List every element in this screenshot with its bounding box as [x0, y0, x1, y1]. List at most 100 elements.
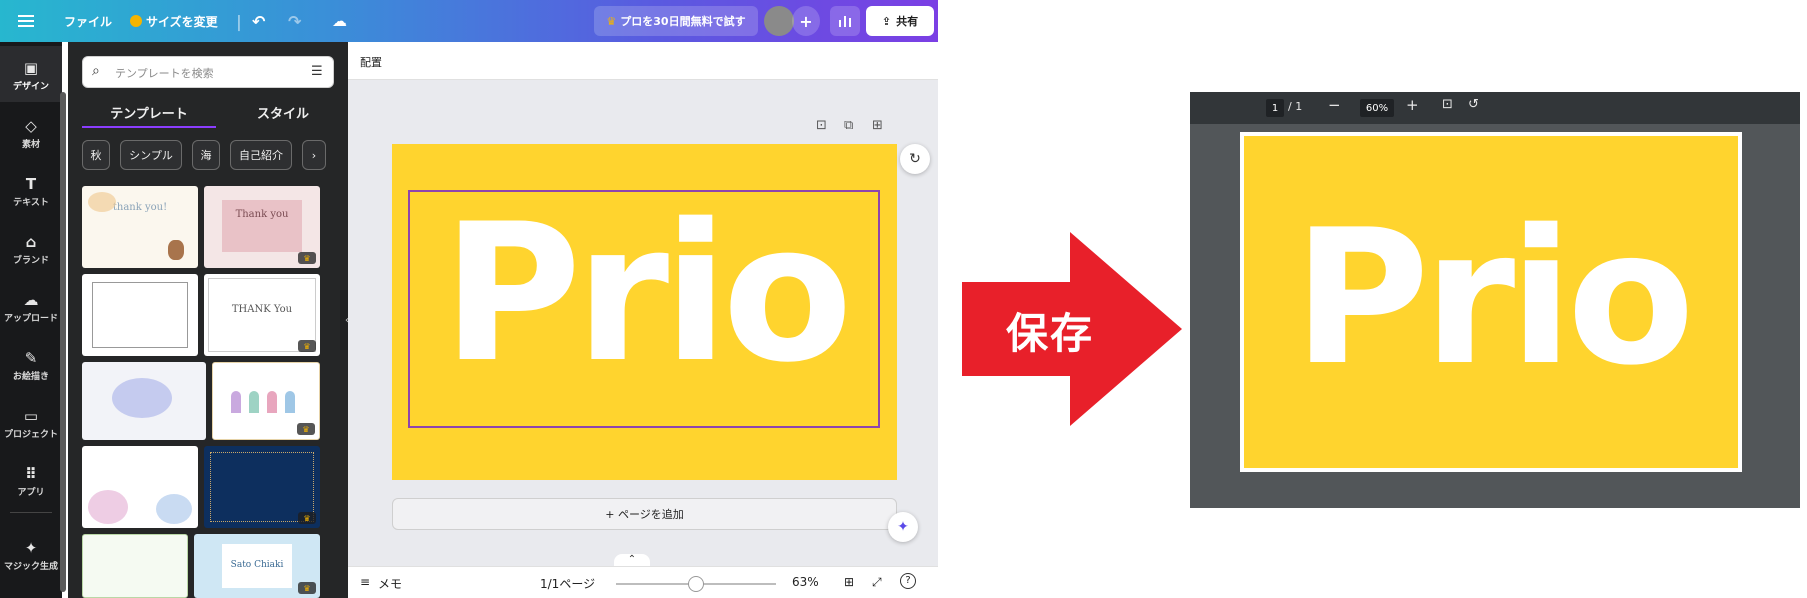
side-rail: ▣ デザイン ◇ 素材 T テキスト ⌂ ブランド ☁ アップロード ✎ お絵描…	[0, 42, 66, 598]
page-number-input[interactable]: 1	[1266, 99, 1284, 117]
file-menu-label: ファイル	[64, 14, 113, 29]
draw-icon: ✎	[24, 348, 38, 367]
thumb-title: THANK You	[231, 303, 293, 315]
menu-icon[interactable]	[18, 0, 34, 42]
rail-label: ブランド	[12, 255, 49, 266]
file-menu[interactable]: ファイル	[64, 0, 112, 42]
tab-label: スタイル	[256, 106, 309, 122]
pdf-page-content: Prio	[1244, 136, 1738, 468]
rail-scrollbar[interactable]	[60, 92, 66, 592]
magic-assistant-icon[interactable]: ✦	[888, 512, 918, 542]
selection-box[interactable]	[408, 190, 880, 428]
chip-self-intro[interactable]: 自己紹介	[230, 140, 292, 170]
zoom-slider-knob[interactable]	[688, 576, 704, 592]
rail-label: デザイン	[12, 81, 49, 92]
template-thumbnail[interactable]: thank you!	[82, 186, 198, 268]
add-page-icon[interactable]: ⊞	[872, 118, 883, 133]
rail-item-upload[interactable]: ☁ アップロード	[0, 278, 62, 334]
filter-icon[interactable]: ☰	[311, 64, 323, 79]
figure-illustration	[249, 391, 259, 413]
template-thumbnail[interactable]	[82, 534, 188, 598]
template-thumbnail[interactable]: ♛	[204, 446, 320, 528]
apps-icon: ⠿	[25, 464, 37, 483]
resize-button[interactable]: サイズを変更	[130, 0, 218, 42]
undo-icon[interactable]: ↶	[252, 0, 265, 42]
page-count[interactable]: 1/1ページ	[540, 575, 595, 592]
template-thumbnail[interactable]: THANK You ♛	[204, 274, 320, 356]
rail-item-magic[interactable]: ✦ マジック生成	[0, 526, 62, 582]
bear-illustration	[168, 240, 184, 260]
notes-icon[interactable]: ≡	[360, 575, 370, 589]
tab-templates[interactable]: テンプレート	[82, 98, 216, 126]
rail-item-design[interactable]: ▣ デザイン	[0, 46, 62, 102]
help-icon[interactable]: ?	[900, 573, 916, 589]
template-search-input[interactable]: ⌕ テンプレートを検索 ☰	[82, 56, 334, 88]
redo-icon[interactable]: ↷	[288, 0, 301, 42]
chip-sea[interactable]: 海	[192, 140, 220, 170]
add-page-button[interactable]: + ページを追加	[392, 498, 897, 530]
rail-label: 素材	[21, 139, 40, 150]
rail-item-text[interactable]: T テキスト	[0, 162, 62, 218]
resize-label: サイズを変更	[146, 14, 218, 29]
rail-label: アプリ	[17, 487, 45, 498]
rail-label: アップロード	[3, 313, 58, 324]
zoom-in-icon[interactable]: +	[1406, 96, 1419, 114]
card-panel	[222, 200, 302, 252]
rail-item-apps[interactable]: ⠿ アプリ	[0, 452, 62, 508]
chip-simple[interactable]: シンプル	[120, 140, 182, 170]
template-thumbnail[interactable]	[82, 362, 206, 440]
template-thumbnail[interactable]: Thank you ♛	[204, 186, 320, 268]
zoom-input[interactable]: 60%	[1360, 99, 1394, 117]
zoom-level[interactable]: 63%	[792, 575, 819, 589]
chip-scroll-right[interactable]: ›	[302, 140, 326, 170]
share-button[interactable]: ⇪ 共有	[866, 6, 934, 36]
canvas-workspace: 配置 ⊡ ⧉ ⊞ Prio ↻ + ページを追加 ✦ ⌃ ≡ メモ 1/1ページ…	[348, 42, 938, 598]
rail-label: プロジェクト	[3, 429, 58, 440]
avatar[interactable]	[764, 6, 794, 36]
rail-label: お絵描き	[12, 371, 49, 382]
lock-icon[interactable]: ⊡	[816, 118, 827, 133]
grid-view-icon[interactable]: ⊞	[844, 575, 854, 589]
figure-illustration	[231, 391, 241, 413]
text-icon: T	[25, 174, 37, 193]
rail-item-elements[interactable]: ◇ 素材	[0, 104, 62, 160]
cloud-save-icon[interactable]: ☁	[332, 0, 347, 42]
figure-illustration	[267, 391, 277, 413]
add-page-label: + ページを追加	[605, 508, 684, 521]
design-icon: ▣	[23, 58, 39, 77]
template-thumbnail[interactable]: Sato Chiaki ♛	[194, 534, 320, 598]
fit-page-icon[interactable]: ⊡	[1442, 97, 1453, 112]
divider	[10, 512, 52, 513]
chip-autumn[interactable]: 秋	[82, 140, 110, 170]
viewer-toolbar: 1 / 1 − 60% + ⊡ ↺	[1190, 92, 1800, 124]
duplicate-icon[interactable]: ⧉	[844, 118, 853, 133]
watercolor-blob	[112, 378, 172, 418]
insights-icon[interactable]	[830, 6, 860, 36]
rotate-icon[interactable]: ↺	[1468, 97, 1479, 112]
figure-illustration	[285, 391, 295, 413]
template-panel: ⌕ テンプレートを検索 ☰ テンプレート スタイル 秋 シンプル 海 自己紹介 …	[68, 42, 410, 598]
rail-item-brand[interactable]: ⌂ ブランド	[0, 220, 62, 276]
comment-icon[interactable]: ↻	[900, 144, 930, 174]
top-bar: ファイル サイズを変更 | ↶ ↷ ☁ ♛ プロを30日間無料で試す + ⇪ 共…	[0, 0, 938, 42]
template-thumbnail[interactable]: ♛	[212, 362, 320, 440]
position-button[interactable]: 配置	[360, 54, 382, 70]
zoom-out-icon[interactable]: −	[1328, 96, 1341, 114]
rail-item-projects[interactable]: ▭ プロジェクト	[0, 394, 62, 450]
thumb-title: Sato Chiaki	[230, 559, 284, 570]
search-icon: ⌕	[92, 63, 100, 79]
tab-styles[interactable]: スタイル	[216, 98, 350, 126]
magic-icon: ✦	[24, 538, 38, 557]
fullscreen-icon[interactable]: ⤢	[872, 575, 882, 590]
pro-trial-button[interactable]: ♛ プロを30日間無料で試す	[594, 6, 758, 36]
flower-illustration	[156, 494, 192, 524]
search-placeholder: テンプレートを検索	[115, 67, 214, 80]
template-thumbnail[interactable]	[82, 274, 198, 356]
page-total: / 1	[1288, 100, 1303, 113]
rail-item-draw[interactable]: ✎ お絵描き	[0, 336, 62, 392]
add-member-icon[interactable]: +	[792, 6, 820, 36]
upload-icon: ⇪	[881, 14, 892, 28]
crown-icon: ♛	[606, 14, 617, 28]
template-thumbnail[interactable]	[82, 446, 198, 528]
notes-button[interactable]: メモ	[378, 575, 402, 592]
